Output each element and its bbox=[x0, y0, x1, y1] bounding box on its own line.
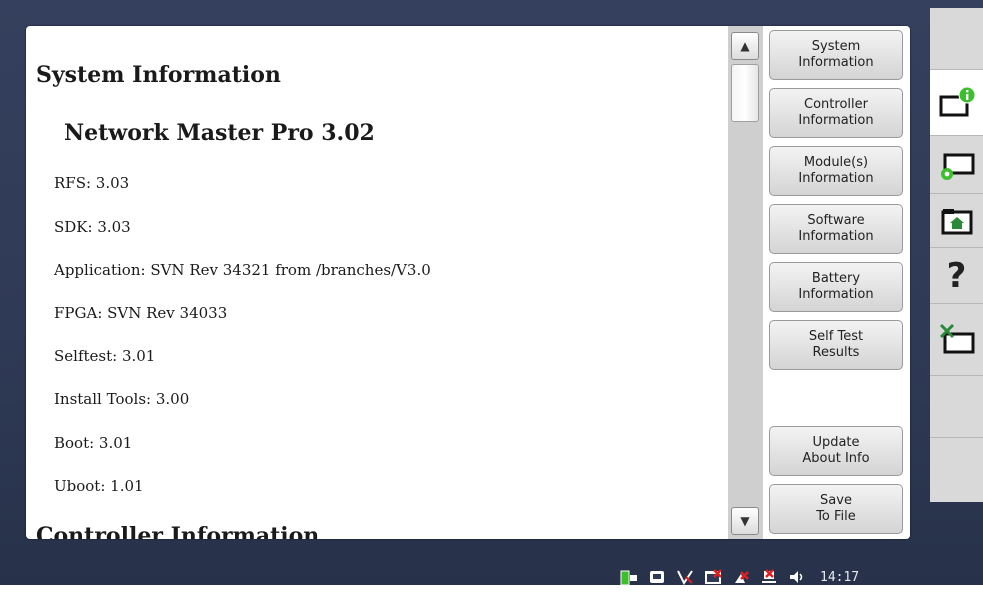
device-info-icon bbox=[939, 86, 975, 116]
software-information-button[interactable]: Software Information bbox=[769, 204, 903, 254]
info-row-rfs: RFS: 3.03 bbox=[54, 174, 130, 192]
sidebar-slot-empty-2 bbox=[930, 376, 983, 438]
info-row-uboot: Uboot: 1.01 bbox=[54, 477, 144, 495]
save-to-file-button[interactable]: Save To File bbox=[769, 484, 903, 534]
sidebar-item-about[interactable] bbox=[930, 70, 983, 136]
controller-info-heading: Controller Information bbox=[36, 523, 320, 539]
device-settings-icon bbox=[940, 153, 974, 180]
system-information-button[interactable]: System Information bbox=[769, 30, 903, 80]
page-title: System Information bbox=[36, 62, 281, 88]
antenna-error-icon bbox=[732, 568, 750, 586]
info-row-install-tools: Install Tools: 3.00 bbox=[54, 390, 190, 408]
sidebar-item-setup[interactable] bbox=[930, 136, 983, 194]
device-tools-icon bbox=[939, 323, 974, 353]
info-content: System Information Network Master Pro 3.… bbox=[26, 26, 728, 539]
triangle-down-icon: ▼ bbox=[740, 514, 750, 528]
scroll-up-button[interactable]: ▲ bbox=[731, 32, 759, 60]
update-about-info-button[interactable]: Update About Info bbox=[769, 426, 903, 476]
folder-home-icon bbox=[941, 208, 972, 234]
status-bar: 14:17 bbox=[620, 565, 859, 589]
info-row-sdk: SDK: 3.03 bbox=[54, 218, 131, 236]
info-row-application: Application: SVN Rev 34321 from /branche… bbox=[54, 261, 431, 279]
self-test-results-button[interactable]: Self Test Results bbox=[769, 320, 903, 370]
product-name: Network Master Pro 3.02 bbox=[64, 120, 375, 146]
scroll-down-button[interactable]: ▼ bbox=[731, 507, 759, 535]
v-check-icon bbox=[676, 568, 694, 586]
clock-time: 14:17 bbox=[820, 569, 860, 585]
info-row-boot: Boot: 3.01 bbox=[54, 434, 133, 452]
vertical-scrollbar[interactable]: ▲ ▼ bbox=[728, 26, 763, 539]
info-row-selftest: Selftest: 3.01 bbox=[54, 347, 156, 365]
sidebar-item-home[interactable] bbox=[930, 194, 983, 248]
speaker-icon[interactable] bbox=[788, 568, 806, 586]
sidebar-slot-empty bbox=[930, 8, 983, 70]
question-mark-icon: ? bbox=[946, 255, 967, 296]
right-sidebar: ? bbox=[930, 8, 983, 502]
info-row-fpga: FPGA: SVN Rev 34033 bbox=[54, 304, 228, 322]
triangle-up-icon: ▲ bbox=[740, 39, 750, 53]
terminal-error-icon bbox=[704, 568, 722, 586]
button-panel: System Information Controller Informatio… bbox=[763, 26, 910, 539]
sidebar-item-tools[interactable] bbox=[930, 304, 983, 376]
battery-charging-icon bbox=[620, 568, 638, 586]
storage-icon bbox=[648, 568, 666, 586]
scroll-thumb[interactable] bbox=[731, 64, 759, 122]
modules-information-button[interactable]: Module(s) Information bbox=[769, 146, 903, 196]
network-error-icon bbox=[760, 568, 778, 586]
controller-information-button[interactable]: Controller Information bbox=[769, 88, 903, 138]
system-info-window: System Information Network Master Pro 3.… bbox=[26, 26, 910, 539]
sidebar-item-help[interactable]: ? bbox=[930, 248, 983, 304]
battery-information-button[interactable]: Battery Information bbox=[769, 262, 903, 312]
